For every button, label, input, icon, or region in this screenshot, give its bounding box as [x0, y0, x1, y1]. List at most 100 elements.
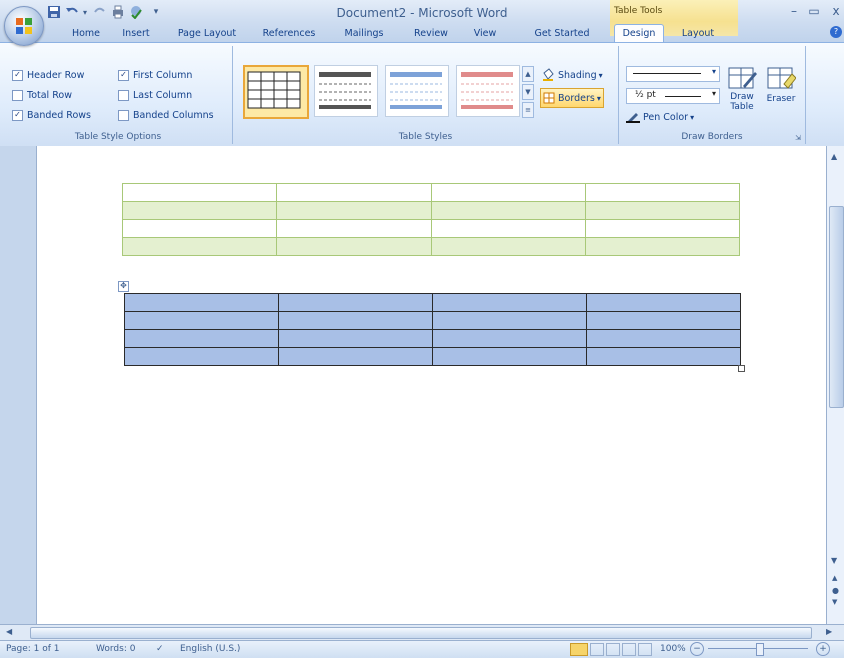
- maximize-icon[interactable]: ▭: [806, 4, 822, 18]
- zoom-level[interactable]: 100%: [660, 644, 686, 654]
- close-icon[interactable]: x: [828, 4, 844, 18]
- checkbox-box: ✓: [12, 69, 23, 81]
- styles-scroll-down-icon[interactable]: ▼: [522, 84, 534, 100]
- web-layout-view-icon[interactable]: [606, 643, 620, 656]
- banded-rows-checkbox[interactable]: ✓ Banded Rows: [12, 108, 91, 122]
- table-row: [124, 311, 741, 330]
- checkbox-label: Last Column: [133, 89, 193, 101]
- checkbox-label: Banded Rows: [27, 109, 91, 121]
- line-weight-value: ½ pt: [635, 90, 656, 100]
- scroll-down-icon[interactable]: ▼: [831, 556, 837, 565]
- print-layout-view-icon[interactable]: [570, 643, 588, 656]
- checkbox-box: ✓: [118, 69, 129, 81]
- full-screen-view-icon[interactable]: [590, 643, 604, 656]
- table-row: [121, 183, 741, 202]
- table-style-swatch-dark[interactable]: [314, 65, 378, 117]
- first-column-checkbox[interactable]: ✓ First Column: [118, 68, 192, 82]
- tab-get-started[interactable]: Get Started: [524, 25, 600, 42]
- group-label: Draw Borders: [681, 132, 743, 142]
- proofing-icon[interactable]: ✓: [156, 644, 164, 654]
- total-row-checkbox[interactable]: Total Row: [12, 88, 72, 102]
- draw-table-label: Draw Table: [730, 92, 754, 112]
- styles-more-icon[interactable]: ≡: [522, 102, 534, 118]
- status-bar: Page: 1 of 1 Words: 0 ✓ English (U.S.) 1…: [0, 640, 844, 658]
- eraser-icon: [767, 67, 796, 89]
- word-count[interactable]: Words: 0: [96, 644, 135, 654]
- minimize-icon[interactable]: –: [786, 4, 802, 18]
- checkbox-box: [118, 89, 129, 101]
- scroll-left-icon[interactable]: ◀: [6, 627, 12, 636]
- outline-view-icon[interactable]: [622, 643, 636, 656]
- table-style-swatch-grid[interactable]: [243, 65, 309, 119]
- document-title: Document2 - Microsoft Word: [336, 6, 508, 20]
- zoom-out-icon[interactable]: −: [690, 642, 704, 656]
- header-row-checkbox[interactable]: ✓ Header Row: [12, 68, 84, 82]
- draw-table-icon: [728, 67, 757, 89]
- browse-object-icon[interactable]: ●: [832, 586, 839, 595]
- eraser-button[interactable]: Eraser: [762, 64, 800, 120]
- tab-view[interactable]: View: [468, 25, 502, 42]
- line-style-dropdown[interactable]: ▾: [626, 66, 720, 82]
- next-page-icon[interactable]: ▼: [832, 598, 837, 606]
- eraser-label: Eraser: [766, 94, 796, 104]
- table-row: [124, 293, 741, 312]
- banded-columns-checkbox[interactable]: Banded Columns: [118, 108, 214, 122]
- table-row: [124, 347, 741, 366]
- tab-review[interactable]: Review: [410, 25, 452, 42]
- office-logo-icon: [16, 18, 32, 34]
- zoom-in-icon[interactable]: +: [816, 642, 830, 656]
- blue-selected-table[interactable]: [124, 293, 741, 366]
- chevron-down-icon: ▾: [596, 93, 601, 103]
- table-move-handle-icon[interactable]: ✥: [118, 281, 129, 292]
- styles-scroll-up-icon[interactable]: ▲: [522, 66, 534, 82]
- scroll-up-icon[interactable]: ▲: [831, 152, 837, 161]
- pen-icon: [626, 113, 640, 123]
- table-row: [121, 219, 741, 238]
- previous-page-icon[interactable]: ▲: [832, 574, 837, 582]
- tab-design[interactable]: Design: [614, 24, 664, 42]
- group-label: Table Style Options: [74, 132, 162, 142]
- borders-label: Borders: [558, 92, 595, 104]
- tab-references[interactable]: References: [258, 25, 320, 42]
- shading-button[interactable]: Shading ▾: [541, 66, 603, 84]
- chevron-down-icon: ▾: [690, 112, 695, 122]
- language-indicator[interactable]: English (U.S.): [180, 644, 240, 654]
- checkbox-label: Total Row: [27, 89, 72, 101]
- table-row: [121, 237, 741, 256]
- page-count[interactable]: Page: 1 of 1: [6, 644, 60, 654]
- scroll-right-icon[interactable]: ▶: [826, 627, 832, 636]
- tab-insert[interactable]: Insert: [118, 25, 154, 42]
- paint-bucket-icon: [543, 68, 554, 81]
- office-button[interactable]: [4, 6, 44, 46]
- draft-view-icon[interactable]: [638, 643, 652, 656]
- pen-color-label: Pen Color: [643, 111, 689, 123]
- tab-layout[interactable]: Layout: [676, 25, 720, 42]
- chevron-down-icon: ▾: [598, 70, 603, 80]
- group-label: Table Styles: [398, 132, 453, 142]
- borders-button[interactable]: Borders ▾: [540, 88, 604, 108]
- checkbox-box: [118, 109, 129, 121]
- chevron-down-icon: ▾: [711, 67, 716, 76]
- horizontal-scrollbar[interactable]: ◀ ▶: [0, 624, 844, 641]
- shading-label: Shading: [558, 69, 597, 81]
- h-scroll-thumb[interactable]: [30, 627, 812, 639]
- chevron-down-icon: ▾: [711, 89, 716, 98]
- table-resize-handle[interactable]: [738, 365, 745, 372]
- last-column-checkbox[interactable]: Last Column: [118, 88, 192, 102]
- dialog-launcher-icon[interactable]: ⇲: [795, 134, 801, 142]
- tab-home[interactable]: Home: [70, 25, 102, 42]
- table-style-swatch-red[interactable]: [456, 65, 520, 117]
- table-style-swatch-blue[interactable]: [385, 65, 449, 117]
- checkbox-label: Banded Columns: [133, 109, 214, 121]
- vertical-scrollbar[interactable]: ▲ ▼ ▲ ● ▼: [826, 146, 844, 624]
- tab-mailings[interactable]: Mailings: [338, 25, 390, 42]
- line-weight-dropdown[interactable]: ½ pt ▾: [626, 88, 720, 104]
- scroll-thumb[interactable]: [829, 206, 844, 408]
- green-banded-table[interactable]: [121, 183, 741, 256]
- pen-color-button[interactable]: Pen Color ▾: [626, 108, 694, 126]
- borders-icon: [543, 92, 555, 104]
- draw-table-button[interactable]: Draw Table: [724, 64, 760, 120]
- help-icon[interactable]: ?: [830, 26, 842, 38]
- zoom-slider-thumb[interactable]: [756, 643, 764, 656]
- tab-page-layout[interactable]: Page Layout: [172, 25, 242, 42]
